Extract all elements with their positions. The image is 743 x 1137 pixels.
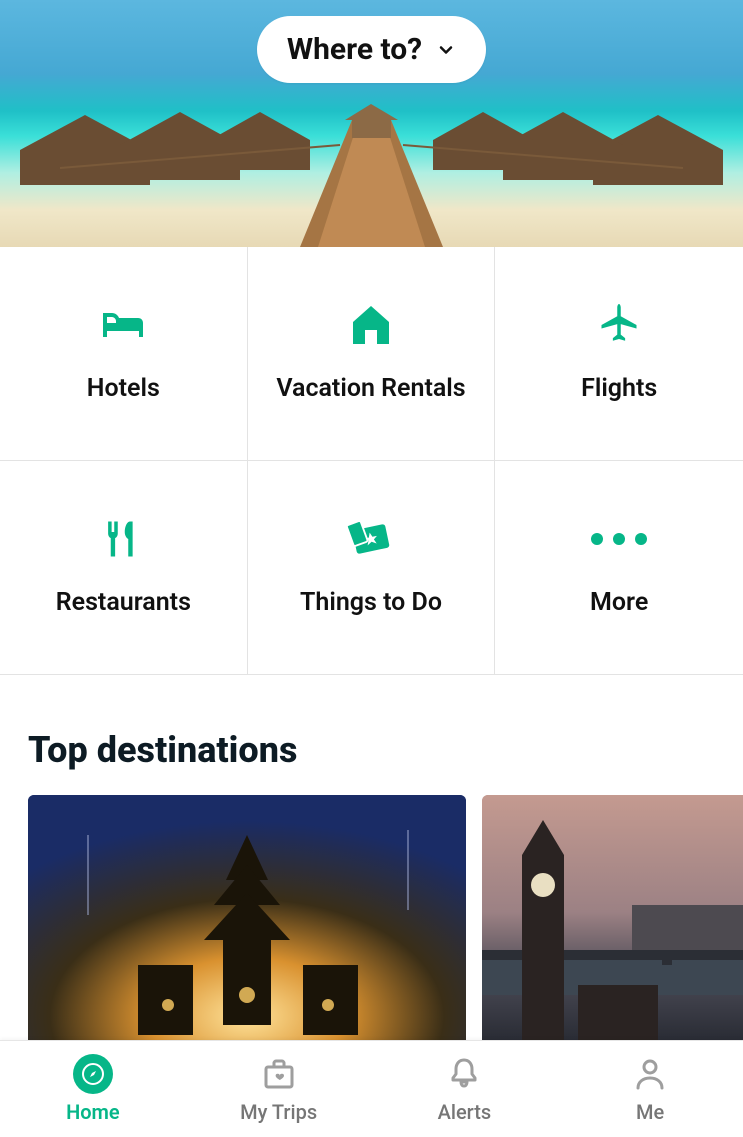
nav-label: My Trips: [240, 1100, 317, 1124]
house-icon: [347, 304, 395, 346]
nav-alerts[interactable]: Alerts: [372, 1041, 558, 1137]
chevron-down-icon: [436, 40, 456, 60]
suitcase-heart-icon: [259, 1054, 299, 1094]
search-destination-button[interactable]: Where to?: [257, 16, 486, 83]
category-restaurants[interactable]: Restaurants: [0, 461, 248, 675]
destination-image: [28, 795, 466, 1055]
destinations-carousel[interactable]: [0, 795, 743, 1055]
category-grid: Hotels Vacation Rentals Flights Restaura…: [0, 247, 743, 675]
category-flights[interactable]: Flights: [495, 247, 743, 461]
category-label: Things to Do: [300, 588, 442, 617]
fork-knife-icon: [99, 518, 147, 560]
nav-me[interactable]: Me: [557, 1041, 743, 1137]
bed-icon: [99, 304, 147, 346]
category-label: More: [590, 588, 648, 617]
search-label: Where to?: [287, 32, 422, 67]
ticket-icon: [347, 518, 395, 560]
bottom-nav: Home My Trips Alerts Me: [0, 1040, 743, 1137]
destination-image: [482, 795, 743, 1055]
section-title-top-destinations: Top destinations: [28, 729, 743, 771]
category-vacation-rentals[interactable]: Vacation Rentals: [248, 247, 496, 461]
category-label: Vacation Rentals: [276, 374, 465, 403]
nav-my-trips[interactable]: My Trips: [186, 1041, 372, 1137]
bell-icon: [444, 1054, 484, 1094]
destination-card-london[interactable]: [482, 795, 743, 1055]
category-label: Hotels: [87, 374, 160, 403]
hero-banner: Where to?: [0, 0, 743, 247]
nav-label: Home: [66, 1100, 120, 1124]
nav-label: Alerts: [438, 1100, 492, 1124]
category-more[interactable]: More: [495, 461, 743, 675]
person-icon: [630, 1054, 670, 1094]
dots-icon: [591, 518, 647, 560]
category-label: Flights: [581, 374, 657, 403]
compass-icon: [73, 1054, 113, 1094]
category-label: Restaurants: [56, 588, 191, 617]
nav-label: Me: [636, 1100, 664, 1124]
category-hotels[interactable]: Hotels: [0, 247, 248, 461]
destination-card-bali[interactable]: [28, 795, 466, 1055]
plane-icon: [595, 304, 643, 346]
category-things-to-do[interactable]: Things to Do: [248, 461, 496, 675]
nav-home[interactable]: Home: [0, 1041, 186, 1137]
